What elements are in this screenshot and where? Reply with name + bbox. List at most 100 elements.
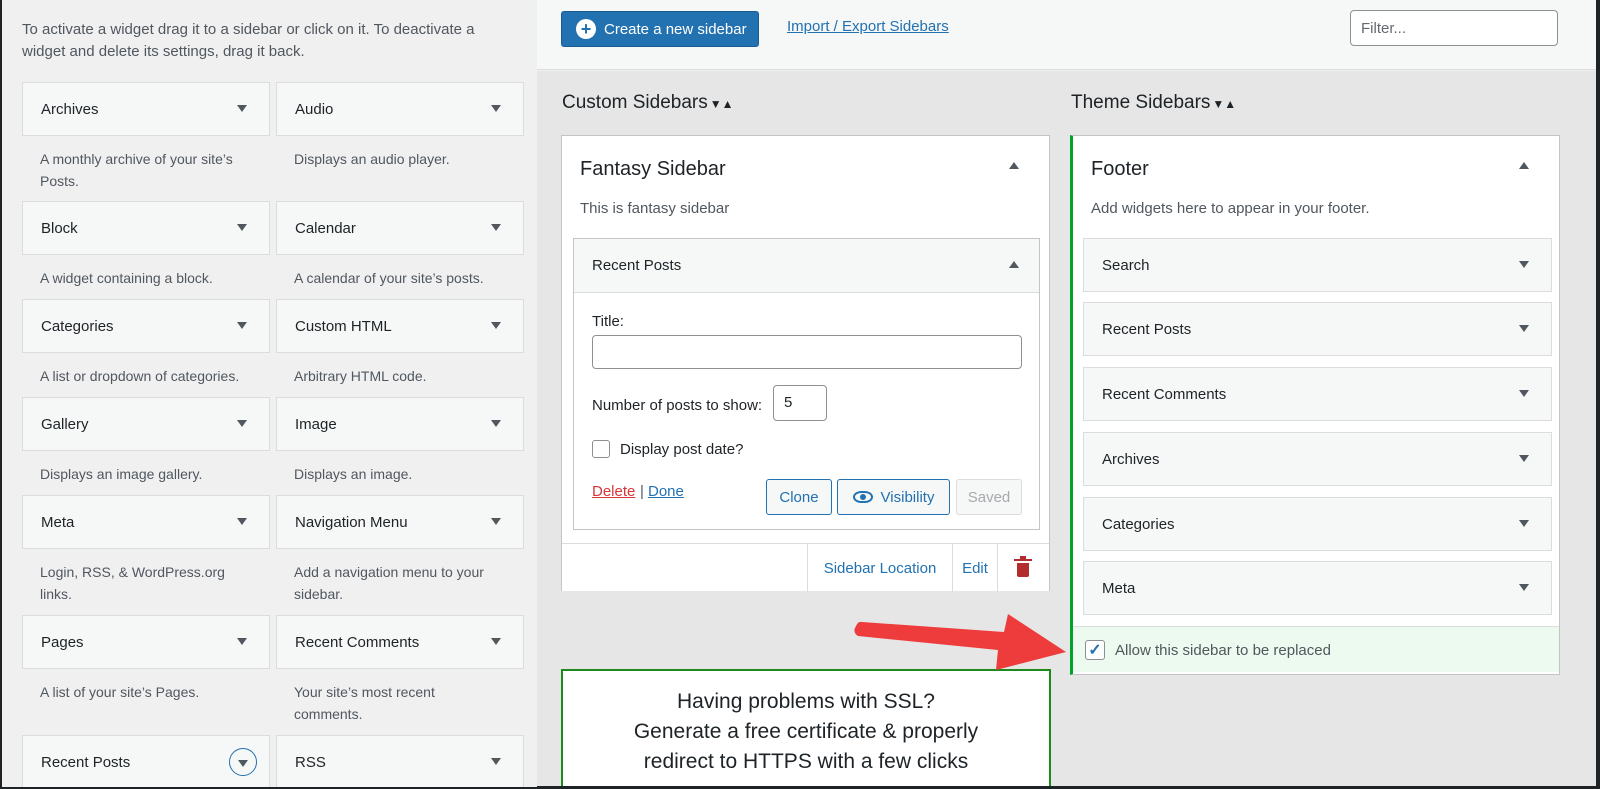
chevron-down-icon[interactable] (1519, 261, 1529, 268)
widget-description: Displays an audio player. (294, 151, 450, 167)
widget-audio[interactable]: Audio Displays an audio player. (276, 82, 524, 170)
widget-recent-posts-header[interactable]: Recent Posts (22, 735, 270, 787)
chevron-down-icon[interactable] (237, 322, 247, 329)
widget-categories[interactable]: Categories A list or dropdown of categor… (22, 299, 270, 387)
widget-categories-header[interactable]: Categories (22, 299, 270, 353)
sidebar-location-link[interactable]: Sidebar Location (807, 544, 952, 592)
clone-button[interactable]: Clone (766, 479, 832, 515)
widget-meta[interactable]: Meta Login, RSS, & WordPress.org links. (22, 495, 270, 605)
footer-widget-search[interactable]: Search (1083, 238, 1552, 292)
visibility-button[interactable]: Visibility (837, 479, 950, 515)
title-input[interactable] (592, 335, 1022, 369)
widget-calendar-header[interactable]: Calendar (276, 201, 524, 255)
widget-label: Image (295, 415, 337, 433)
widget-label: Categories (1102, 516, 1175, 533)
widget-image[interactable]: Image Displays an image. (276, 397, 524, 485)
chevron-down-icon[interactable] (1519, 520, 1529, 527)
footer-widget-meta[interactable]: Meta (1083, 561, 1552, 615)
create-sidebar-button[interactable]: + Create a new sidebar (561, 11, 759, 47)
widget-label: Navigation Menu (295, 513, 408, 531)
widget-block[interactable]: Block A widget containing a block. (22, 201, 270, 289)
widget-archives-header[interactable]: Archives (22, 82, 270, 136)
done-link[interactable]: Done (648, 483, 684, 500)
widget-description: Add a navigation menu to your sidebar. (294, 564, 484, 602)
eye-icon (852, 491, 873, 503)
top-toolbar: + Create a new sidebar Import / Export S… (537, 0, 1600, 70)
footer-widget-categories[interactable]: Categories (1083, 497, 1552, 551)
allow-replace-checkbox[interactable]: ✓ (1085, 640, 1105, 660)
custom-sidebars-heading: Custom Sidebars ▼▲ (562, 92, 734, 114)
widget-description: A list of your site’s Pages. (40, 684, 200, 700)
widget-meta-header[interactable]: Meta (22, 495, 270, 549)
chevron-down-icon[interactable] (1519, 325, 1529, 332)
widget-gallery[interactable]: Gallery Displays an image gallery. (22, 397, 270, 485)
widget-pages[interactable]: Pages A list of your site’s Pages. (22, 615, 270, 703)
widget-label: RSS (295, 753, 326, 771)
chevron-down-icon[interactable] (237, 518, 247, 525)
chevron-down-icon[interactable] (237, 638, 247, 645)
widget-rss[interactable]: RSS (276, 735, 524, 787)
widget-pages-header[interactable]: Pages (22, 615, 270, 669)
widget-calendar[interactable]: Calendar A calendar of your site’s posts… (276, 201, 524, 289)
sort-arrows-icon[interactable]: ▼▲ (1212, 97, 1236, 111)
chevron-up-icon[interactable] (1009, 162, 1019, 169)
widget-custom-html[interactable]: Custom HTML Arbitrary HTML code. (276, 299, 524, 387)
widget-label: Recent Comments (295, 633, 420, 651)
sidebar-description: This is fantasy sidebar (580, 200, 730, 217)
widget-recent-comments-header[interactable]: Recent Comments (276, 615, 524, 669)
recent-posts-widget: Recent Posts Title: Number of posts to s… (573, 238, 1040, 530)
widget-block-header[interactable]: Block (22, 201, 270, 255)
widget-recent-posts[interactable]: Recent Posts (22, 735, 270, 787)
sort-arrows-icon[interactable]: ▼▲ (710, 97, 734, 111)
widget-archives[interactable]: Archives A monthly archive of your site’… (22, 82, 270, 192)
import-export-link[interactable]: Import / Export Sidebars (787, 18, 949, 35)
widget-label: Recent Posts (41, 753, 131, 771)
display-date-checkbox[interactable] (592, 440, 610, 458)
chevron-down-icon[interactable] (1519, 390, 1529, 397)
footer-widget-recent-posts[interactable]: Recent Posts (1083, 302, 1552, 356)
chevron-down-icon[interactable] (491, 105, 501, 112)
custom-sidebars-title: Custom Sidebars (562, 92, 708, 113)
widget-description: Displays an image. (294, 466, 413, 482)
widget-description: Login, RSS, & WordPress.org links. (40, 564, 225, 602)
theme-sidebars-heading: Theme Sidebars ▼▲ (1071, 92, 1236, 114)
num-posts-input[interactable]: 5 (773, 385, 827, 421)
plus-icon: + (576, 19, 596, 39)
chevron-down-icon[interactable] (491, 758, 501, 765)
footer-widget-recent-comments[interactable]: Recent Comments (1083, 367, 1552, 421)
chevron-up-icon[interactable] (1519, 162, 1529, 169)
chevron-down-icon[interactable] (237, 105, 247, 112)
widget-navigation-menu-header[interactable]: Navigation Menu (276, 495, 524, 549)
sidebar-description: Add widgets here to appear in your foote… (1091, 200, 1370, 217)
widget-navigation-menu[interactable]: Navigation Menu Add a navigation menu to… (276, 495, 524, 605)
saved-button[interactable]: Saved (956, 479, 1022, 515)
widget-custom-html-header[interactable]: Custom HTML (276, 299, 524, 353)
edit-link[interactable]: Edit (952, 544, 997, 592)
widget-gallery-header[interactable]: Gallery (22, 397, 270, 451)
widget-audio-header[interactable]: Audio (276, 82, 524, 136)
chevron-down-icon[interactable] (1519, 584, 1529, 591)
widget-label: Categories (41, 317, 114, 335)
frame-edge (1596, 0, 1600, 789)
widget-recent-comments[interactable]: Recent Comments Your site’s most recent … (276, 615, 524, 725)
widget-image-header[interactable]: Image (276, 397, 524, 451)
widget-header[interactable]: Recent Posts (574, 239, 1039, 293)
delete-link[interactable]: Delete (592, 483, 635, 500)
chevron-down-icon[interactable] (491, 518, 501, 525)
title-label: Title: (592, 313, 624, 330)
footer-widget-archives[interactable]: Archives (1083, 432, 1552, 486)
widget-rss-header[interactable]: RSS (276, 735, 524, 787)
chevron-down-icon[interactable] (491, 420, 501, 427)
theme-sidebars-title: Theme Sidebars (1071, 92, 1211, 113)
chevron-down-icon[interactable] (237, 224, 247, 231)
chevron-down-icon[interactable] (229, 748, 257, 776)
chevron-down-icon[interactable] (491, 322, 501, 329)
chevron-down-icon[interactable] (491, 638, 501, 645)
num-posts-label: Number of posts to show: (592, 397, 763, 414)
filter-input[interactable] (1350, 10, 1558, 46)
chevron-down-icon[interactable] (1519, 455, 1529, 462)
chevron-down-icon[interactable] (237, 420, 247, 427)
chevron-up-icon[interactable] (1009, 261, 1019, 268)
chevron-down-icon[interactable] (491, 224, 501, 231)
delete-sidebar-button[interactable] (997, 544, 1048, 592)
